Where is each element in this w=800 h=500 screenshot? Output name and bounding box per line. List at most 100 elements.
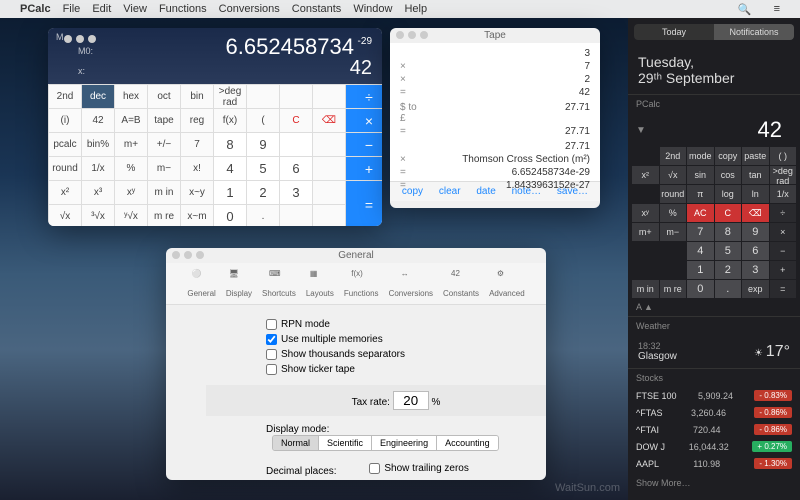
calc-key[interactable]: √x	[49, 205, 81, 226]
nc-key[interactable]: ÷	[770, 204, 797, 222]
tape-action[interactable]: clear	[439, 186, 461, 197]
calc-key[interactable]: 7	[181, 133, 213, 156]
calc-key[interactable]: 6	[280, 157, 312, 180]
nc-key[interactable]: x²	[632, 166, 659, 184]
menu-window[interactable]: Window	[353, 3, 392, 15]
nc-key[interactable]: round	[660, 185, 687, 203]
nc-key[interactable]: AC	[687, 204, 714, 222]
seg-option[interactable]: Engineering	[372, 436, 437, 450]
menu-icon[interactable]: ≡	[774, 3, 780, 16]
prefs-tab[interactable]: 42Constants	[439, 267, 483, 300]
calc-key[interactable]	[280, 85, 312, 108]
calc-key[interactable]: m re	[148, 205, 180, 226]
tab-today[interactable]: Today	[634, 24, 714, 40]
opt-rpn[interactable]: RPN mode	[266, 317, 526, 332]
calc-key[interactable]: ⌫	[313, 109, 345, 132]
calc-key[interactable]: xʸ	[115, 181, 147, 204]
stock-row[interactable]: DOW J16,044.32+ 0.27%	[628, 438, 800, 455]
calc-key[interactable]: %	[115, 157, 147, 180]
calc-key[interactable]: ³√x	[82, 205, 114, 226]
seg-option[interactable]: Normal	[273, 436, 319, 450]
calc-key[interactable]: hex	[115, 85, 147, 108]
calc-key[interactable]: (	[247, 109, 279, 132]
calc-key[interactable]: tape	[148, 109, 180, 132]
calc-key[interactable]	[313, 157, 345, 180]
calc-key[interactable]: x²	[49, 181, 81, 204]
nc-key[interactable]: m−	[660, 223, 687, 241]
calc-key[interactable]: x!	[181, 157, 213, 180]
tape-action[interactable]: save…	[557, 186, 588, 197]
calc-key[interactable]: =	[346, 181, 382, 226]
nc-key[interactable]: log	[715, 185, 742, 203]
menu-view[interactable]: View	[123, 3, 147, 15]
calc-key[interactable]: 9	[247, 133, 279, 156]
nc-key[interactable]: xʸ	[632, 204, 659, 222]
calc-key[interactable]: round	[49, 157, 81, 180]
nc-key[interactable]: m in	[632, 280, 659, 298]
menu-functions[interactable]: Functions	[159, 3, 207, 15]
nc-key[interactable]: 0	[687, 280, 714, 298]
search-icon[interactable]: 🔍	[738, 3, 752, 16]
calc-key[interactable]: 8	[214, 133, 246, 156]
nc-key[interactable]: 9	[742, 223, 769, 241]
calc-key[interactable]: x~y	[181, 181, 213, 204]
nc-key[interactable]: ⌫	[742, 204, 769, 222]
calc-key[interactable]: ×	[346, 109, 382, 132]
calc-key[interactable]: 0	[214, 205, 246, 226]
calc-key[interactable]: x³	[82, 181, 114, 204]
chevron-down-icon[interactable]: ▼	[636, 125, 646, 136]
nc-key[interactable]: >deg rad	[770, 166, 797, 184]
calc-key[interactable]: −	[346, 133, 382, 156]
nc-key[interactable]: ( )	[770, 147, 797, 165]
calc-key[interactable]: 4	[214, 157, 246, 180]
nc-key[interactable]: .	[715, 280, 742, 298]
nc-key[interactable]: cos	[715, 166, 742, 184]
calc-key[interactable]: pcalc	[49, 133, 81, 156]
calc-key[interactable]: bin	[181, 85, 213, 108]
seg-option[interactable]: Accounting	[437, 436, 498, 450]
prefs-tab[interactable]: ⚪General	[183, 267, 219, 300]
calc-key[interactable]: ʸ√x	[115, 205, 147, 226]
menu-help[interactable]: Help	[404, 3, 427, 15]
calc-key[interactable]	[280, 205, 312, 226]
nc-key[interactable]: 7	[687, 223, 714, 241]
nc-key[interactable]: m+	[632, 223, 659, 241]
nc-key[interactable]: =	[770, 280, 797, 298]
calc-key[interactable]: m in	[148, 181, 180, 204]
prefs-tab[interactable]: ↔Conversions	[385, 267, 437, 300]
calc-key[interactable]: 1/x	[82, 157, 114, 180]
tape-action[interactable]: note…	[512, 186, 541, 197]
menu-file[interactable]: File	[63, 3, 81, 15]
nc-key[interactable]: sin	[687, 166, 714, 184]
nc-key[interactable]: m re	[660, 280, 687, 298]
calc-key[interactable]: 1	[214, 181, 246, 204]
nc-key[interactable]: √x	[660, 166, 687, 184]
nc-key[interactable]: 3	[742, 261, 769, 279]
calc-key[interactable]: 42	[82, 109, 114, 132]
stock-row[interactable]: FTSE 1005,909.24- 0.83%	[628, 387, 800, 404]
nc-key[interactable]: ×	[770, 223, 797, 241]
calc-key[interactable]: ÷	[346, 85, 382, 108]
prefs-tab[interactable]: ⌨Shortcuts	[258, 267, 300, 300]
calc-key[interactable]: 5	[247, 157, 279, 180]
calc-key[interactable]	[313, 205, 345, 226]
stock-row[interactable]: ^FTAI720.44- 0.86%	[628, 421, 800, 438]
nc-key[interactable]: 2	[715, 261, 742, 279]
calc-key[interactable]	[313, 133, 345, 156]
calc-key[interactable]: 3	[280, 181, 312, 204]
calc-key[interactable]: reg	[181, 109, 213, 132]
opt-mem[interactable]: Use multiple memories	[266, 332, 526, 347]
opt-thou[interactable]: Show thousands separators	[266, 347, 526, 362]
calc-key[interactable]: C	[280, 109, 312, 132]
nc-key[interactable]: 1/x	[770, 185, 797, 203]
nc-key[interactable]: 6	[742, 242, 769, 260]
nc-key[interactable]: 8	[715, 223, 742, 241]
nc-key[interactable]: copy	[715, 147, 742, 165]
weather-widget[interactable]: 18:32Glasgow ☀ 17°	[628, 335, 800, 368]
nc-key[interactable]: ln	[742, 185, 769, 203]
display-mode-segment[interactable]: NormalScientificEngineeringAccounting	[272, 435, 499, 451]
calc-key[interactable]: m−	[148, 157, 180, 180]
nc-key[interactable]: paste	[742, 147, 769, 165]
nc-key[interactable]: %	[660, 204, 687, 222]
stock-row[interactable]: AAPL110.98- 1.30%	[628, 455, 800, 472]
